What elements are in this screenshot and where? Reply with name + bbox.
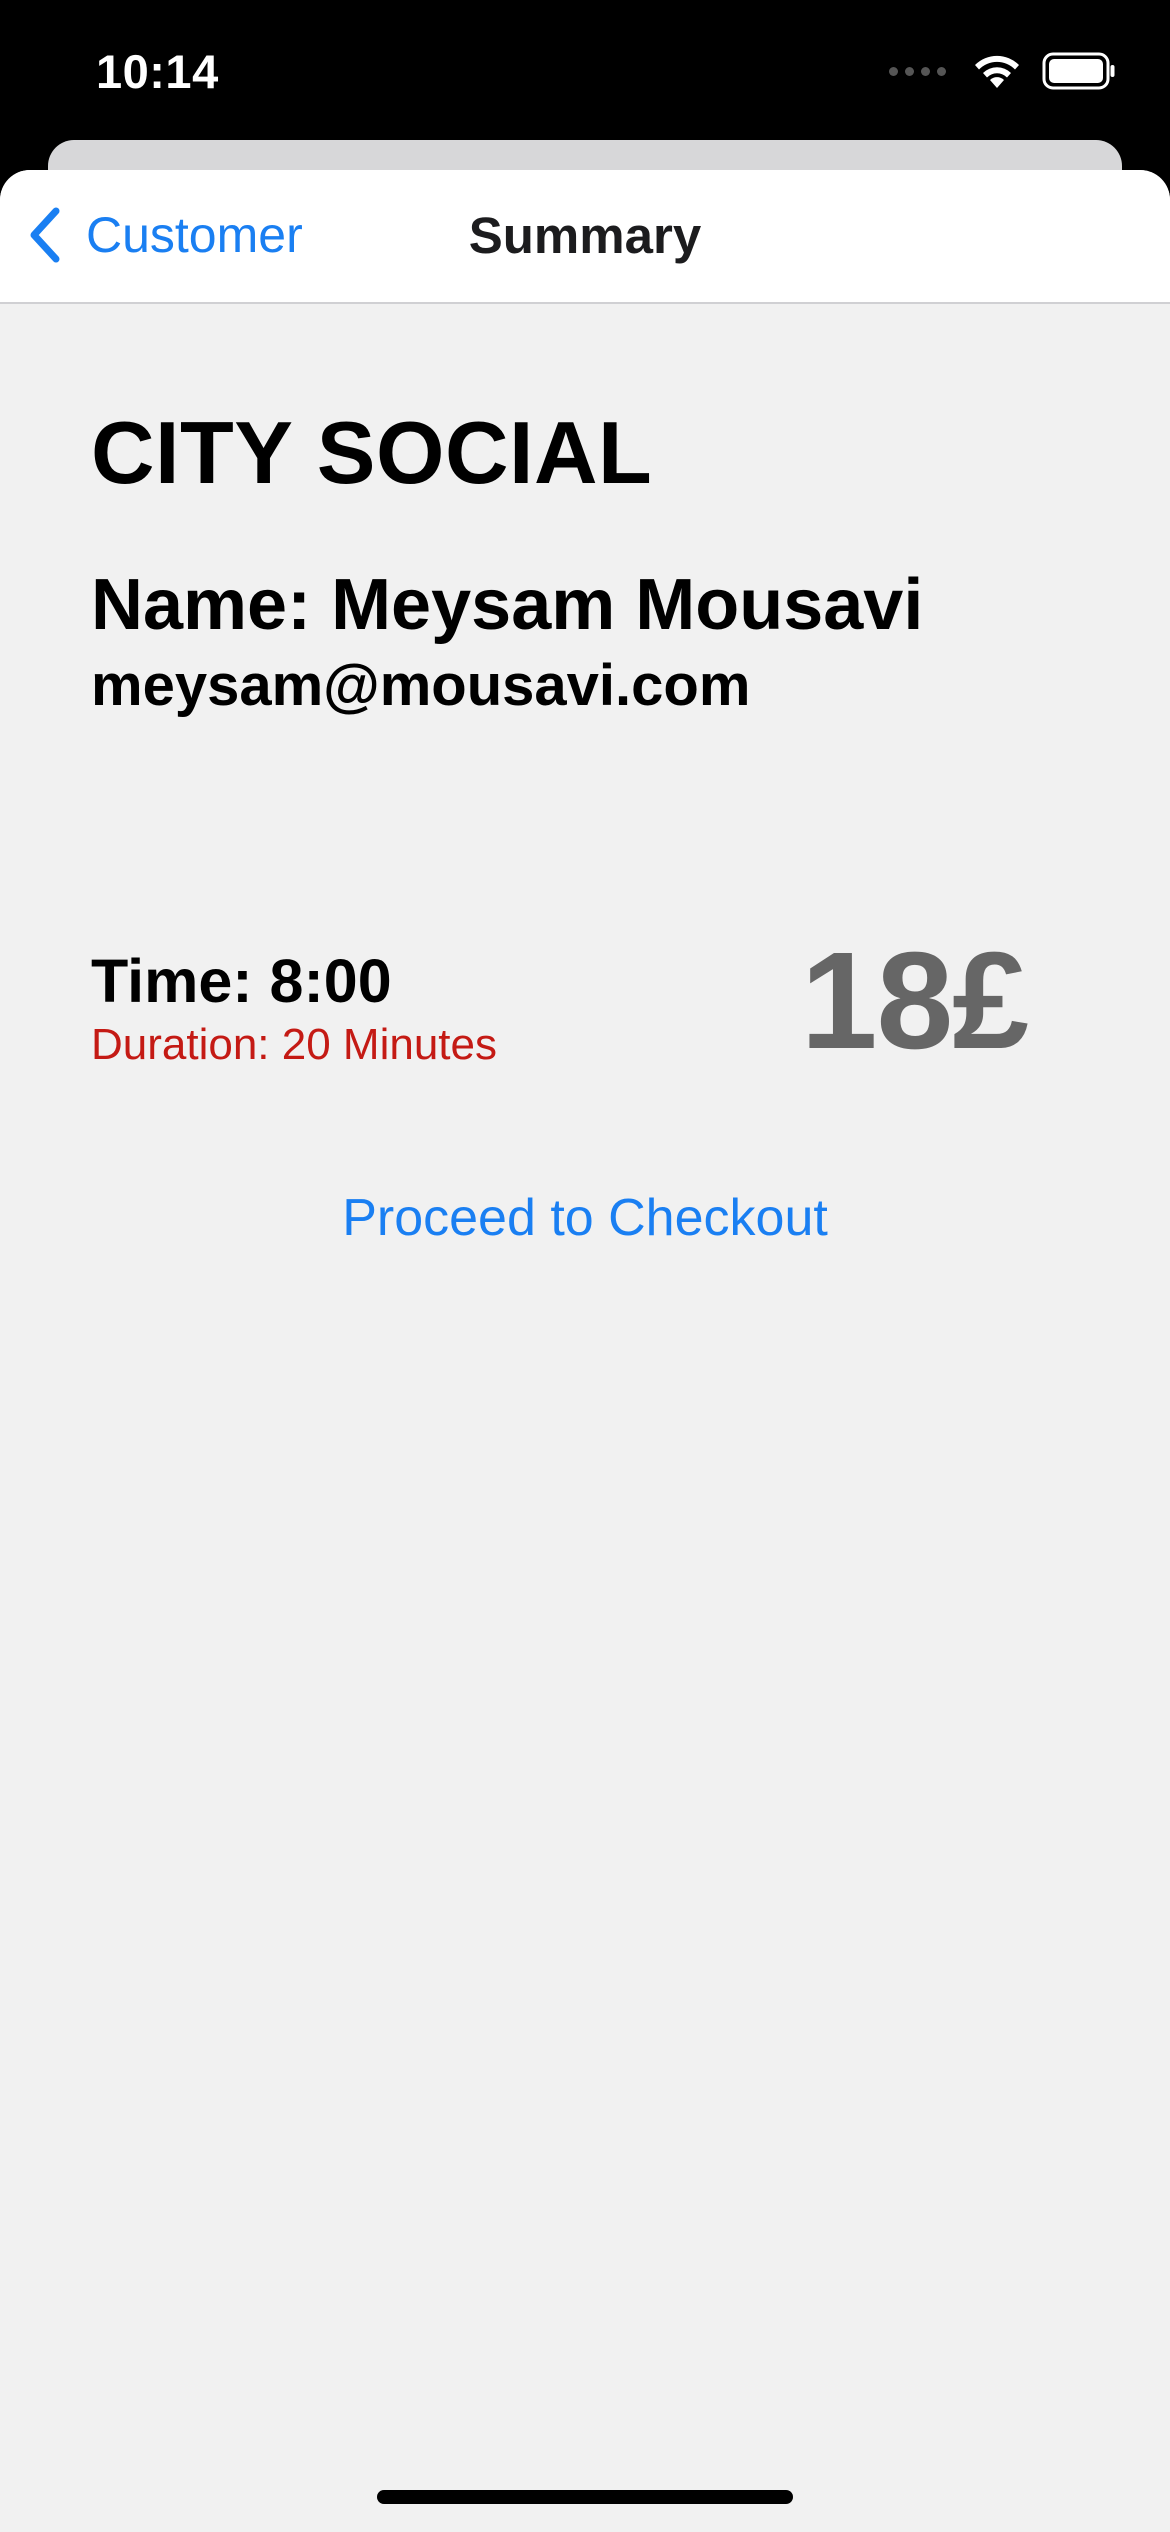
screen: 10:14 Customer Summary CITY SOCIAL Name:… (0, 0, 1170, 2532)
customer-email: meysam@mousavi.com (91, 653, 751, 718)
navigation-bar: Customer Summary (0, 170, 1170, 304)
battery-icon (1042, 52, 1115, 90)
status-bar: 10:14 (0, 0, 1170, 140)
page-title: Summary (468, 207, 702, 264)
customer-name: Name: Meysam Mousavi (91, 565, 924, 645)
proceed-to-checkout-button[interactable]: Proceed to Checkout (0, 1188, 1170, 1248)
booking-price: 18£ (800, 924, 1029, 1078)
booking-time: Time: 8:00 (91, 947, 392, 1015)
home-indicator[interactable] (377, 2490, 793, 2504)
summary-sheet: Customer Summary CITY SOCIAL Name: Meysa… (0, 170, 1170, 2532)
status-time: 10:14 (96, 45, 219, 98)
signal-icon (889, 66, 946, 76)
booking-duration: Duration: 20 Minutes (91, 1020, 497, 1069)
venue-title: CITY SOCIAL (91, 403, 653, 502)
status-icons (889, 52, 1116, 90)
wifi-icon (975, 55, 1019, 88)
